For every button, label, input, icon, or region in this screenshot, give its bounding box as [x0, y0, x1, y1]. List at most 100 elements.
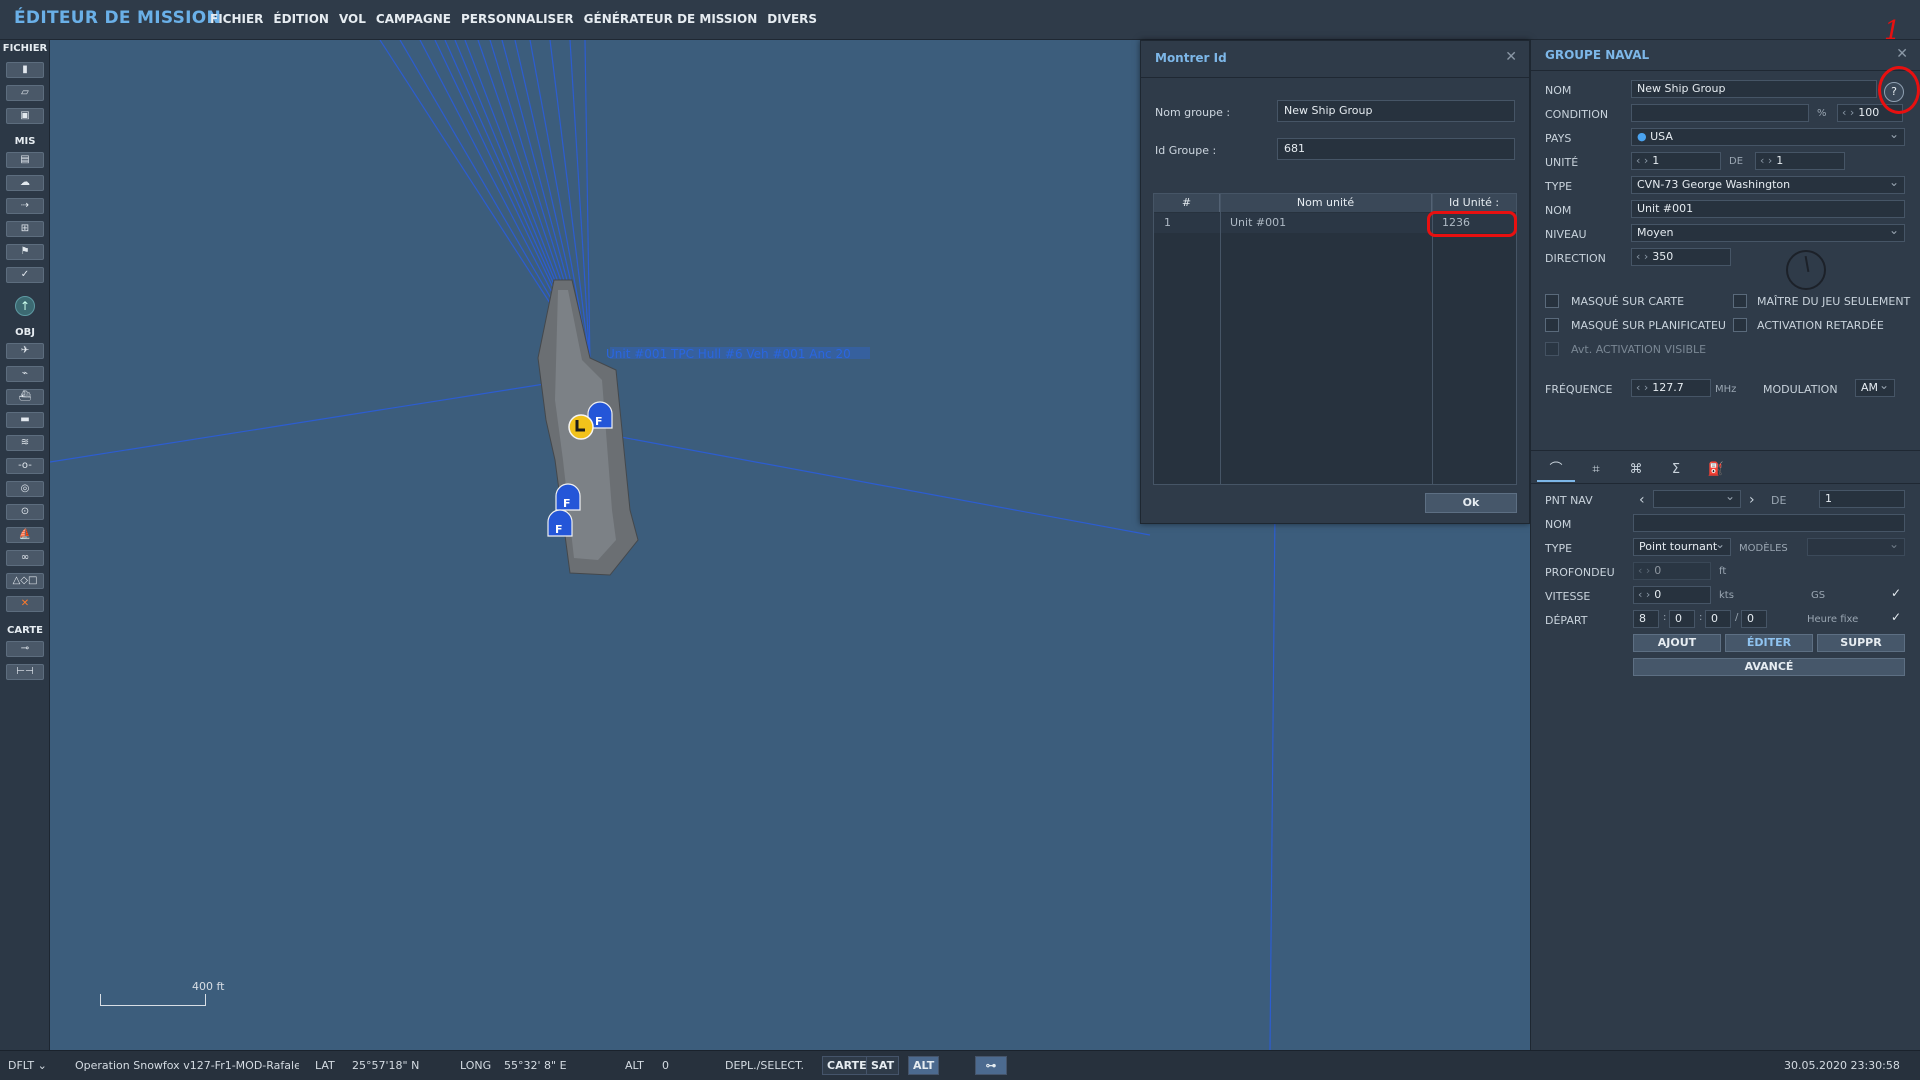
ship-unit-label: Unit #001 TPC Hull #6 Veh #001 Anc 20	[606, 347, 851, 361]
payload-icon[interactable]: ⌘	[1617, 458, 1655, 482]
shapes-icon[interactable]: △◇□	[6, 573, 44, 589]
menu-vol[interactable]: VOL	[339, 12, 366, 26]
map-mode-sat-button[interactable]: SAT	[866, 1056, 900, 1075]
resources-icon[interactable]: ⊞	[6, 221, 44, 237]
time-sep: /	[1735, 612, 1739, 623]
arrow-up-icon[interactable]: ↑	[15, 296, 35, 316]
ok-button[interactable]: Ok	[1425, 493, 1517, 513]
fixed-time-checkmark-icon[interactable]: ✓	[1891, 610, 1901, 624]
close-icon[interactable]: ✕	[1505, 49, 1517, 65]
waypoint-select[interactable]	[1653, 490, 1741, 508]
route-icon[interactable]: ⌒	[1537, 458, 1575, 482]
key-icon[interactable]: ⊸	[6, 641, 44, 657]
menu-campagne[interactable]: CAMPAGNE	[376, 12, 451, 26]
ship-icon[interactable]: ⛴	[6, 389, 44, 405]
menu-fichier[interactable]: FICHIER	[210, 12, 263, 26]
profile-select[interactable]: DFLT ⌄	[8, 1059, 47, 1072]
annotation-number: 1	[1884, 16, 1901, 46]
heading-compass-icon	[1786, 250, 1826, 290]
col-divider	[1432, 194, 1433, 484]
group-id-field[interactable]: 681	[1277, 138, 1515, 160]
label-wp-de: DE	[1771, 494, 1787, 507]
toolbar-section-mis: MIS	[14, 136, 36, 147]
delete-button[interactable]: SUPPR	[1817, 634, 1905, 652]
menu-personnaliser[interactable]: PERSONNALISER	[461, 12, 574, 26]
menu-edition[interactable]: ÉDITION	[273, 12, 329, 26]
skill-select[interactable]: Moyen	[1631, 224, 1905, 242]
save-file-icon[interactable]: ▣	[6, 108, 44, 124]
scale-bar	[100, 994, 206, 1006]
visible-before-activation-checkbox[interactable]	[1545, 342, 1559, 356]
waypoint-type-select[interactable]: Point tournant	[1633, 538, 1731, 556]
next-waypoint-icon[interactable]: ›	[1749, 492, 1755, 508]
group-name-input[interactable]: New Ship Group	[1631, 80, 1877, 98]
departure-hour[interactable]: 0	[1669, 610, 1695, 628]
hidden-on-map-checkbox[interactable]	[1545, 294, 1559, 308]
helicopter-icon[interactable]: ⌁	[6, 366, 44, 382]
departure-minute[interactable]: 0	[1705, 610, 1731, 628]
menu-divers[interactable]: DIVERS	[767, 12, 817, 26]
fuel-icon[interactable]: ⛽	[1697, 458, 1735, 482]
close-icon[interactable]: ✕	[1896, 46, 1908, 62]
ruler-icon[interactable]: ⊢⊣	[6, 664, 44, 680]
col-header-num: #	[1154, 194, 1220, 212]
waypoint-icon[interactable]: -o-	[6, 458, 44, 474]
departure-day[interactable]: 8	[1633, 610, 1659, 628]
open-file-icon[interactable]: ▱	[6, 85, 44, 101]
menu-generateur[interactable]: GÉNÉRATEUR DE MISSION	[584, 12, 758, 26]
unit-name-input[interactable]: Unit #001	[1631, 200, 1905, 218]
gs-label: GS	[1811, 590, 1826, 601]
mhz-label: MHz	[1715, 384, 1737, 395]
zone-icon[interactable]: ◎	[6, 481, 44, 497]
gm-only-checkbox[interactable]	[1733, 294, 1747, 308]
goals-icon[interactable]: ⚑	[6, 244, 44, 260]
static-object-icon[interactable]: ≋	[6, 435, 44, 451]
naval-template-icon[interactable]: ⛵	[6, 527, 44, 543]
vehicle-icon[interactable]: ▬	[6, 412, 44, 428]
advanced-button[interactable]: AVANCÉ	[1633, 658, 1905, 676]
label-unite: UNITÉ	[1545, 156, 1579, 169]
briefing-icon[interactable]: ▤	[6, 152, 44, 168]
kts-label: kts	[1719, 590, 1734, 601]
triggered-actions-icon[interactable]: ⌗	[1577, 458, 1615, 482]
gs-checkmark-icon[interactable]: ✓	[1891, 586, 1901, 600]
unit-total-spinner[interactable]: ‹ › 1	[1755, 152, 1845, 170]
help-highlight-annotation	[1878, 66, 1920, 114]
lat-value: 25°57'18" N	[352, 1059, 420, 1072]
prev-waypoint-icon[interactable]: ‹	[1639, 492, 1645, 508]
unit-index-spinner[interactable]: ‹ › 1	[1631, 152, 1721, 170]
heading-spinner[interactable]: ‹ › 350	[1631, 248, 1731, 266]
unit-type-select[interactable]: CVN-73 George Washington	[1631, 176, 1905, 194]
depth-spinner[interactable]: ‹ › 0	[1633, 562, 1711, 580]
condition-input[interactable]	[1631, 104, 1809, 122]
late-activation-checkbox[interactable]	[1733, 318, 1747, 332]
country-select[interactable]: ● USA	[1631, 128, 1905, 146]
toolbar-section-fichier: FICHIER	[2, 43, 48, 54]
templates-icon[interactable]: ∞	[6, 550, 44, 566]
toolbar-section-carte: CARTE	[7, 625, 43, 636]
plane-icon[interactable]: ✈	[6, 343, 44, 359]
map-mode-alt-button[interactable]: ALT	[908, 1056, 940, 1075]
modulation-select[interactable]: AM	[1855, 379, 1895, 397]
new-file-icon[interactable]: ▮	[6, 62, 44, 78]
edit-button[interactable]: ÉDITER	[1725, 634, 1813, 652]
statusbar: DFLT ⌄ Operation Snowfox v127-Fr1-MOD-Ra…	[0, 1050, 1920, 1080]
waypoint-name-input[interactable]	[1633, 514, 1905, 532]
target-icon[interactable]: ⊙	[6, 504, 44, 520]
weather-icon[interactable]: ☁	[6, 175, 44, 191]
delete-icon[interactable]: ✕	[6, 596, 44, 612]
add-button[interactable]: AJOUT	[1633, 634, 1721, 652]
hidden-on-planner-label: MASQUÉ SUR PLANIFICATEUR	[1571, 319, 1727, 332]
triggers-icon[interactable]: ⇢	[6, 198, 44, 214]
check-icon[interactable]: ✓	[6, 267, 44, 283]
ruler-toggle-icon[interactable]: ⊶	[975, 1056, 1007, 1075]
map-mode-carte-button[interactable]: CARTE	[822, 1056, 872, 1075]
group-name-field[interactable]: New Ship Group	[1277, 100, 1515, 122]
speed-spinner[interactable]: ‹ › 0	[1633, 586, 1711, 604]
time-sep: :	[1663, 612, 1667, 623]
templates-select[interactable]	[1807, 538, 1905, 556]
departure-second[interactable]: 0	[1741, 610, 1767, 628]
hidden-on-planner-checkbox[interactable]	[1545, 318, 1559, 332]
frequency-spinner[interactable]: ‹ › 127.7	[1631, 379, 1711, 397]
summary-icon[interactable]: Σ	[1657, 458, 1695, 482]
